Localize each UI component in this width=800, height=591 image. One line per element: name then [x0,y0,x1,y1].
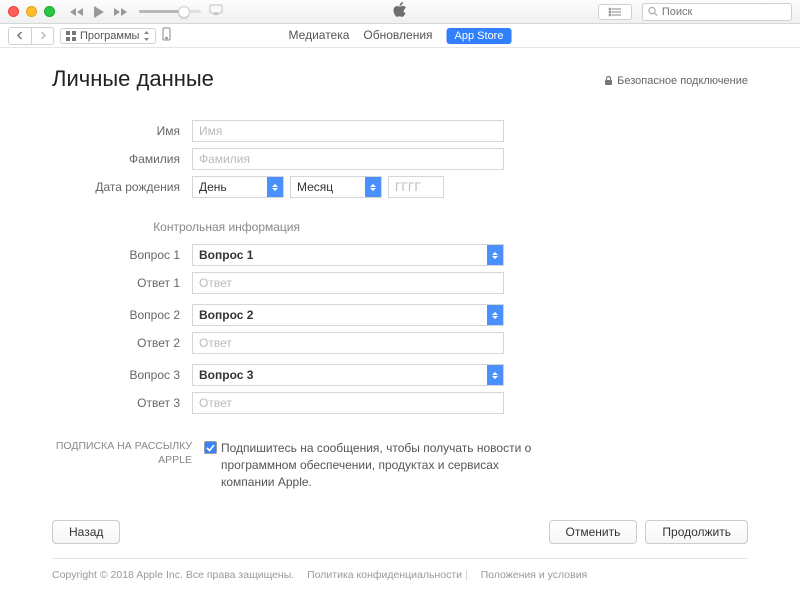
tab-appstore[interactable]: App Store [447,28,512,44]
search-field[interactable] [642,3,792,21]
subscribe-checkbox[interactable] [204,441,217,454]
privacy-link[interactable]: Политика конфиденциальности [307,569,462,581]
window-titlebar [0,0,800,24]
play-icon[interactable] [93,5,105,19]
q3-label: Вопрос 3 [52,368,192,382]
birth-label: Дата рождения [52,180,192,194]
q1-select[interactable]: Вопрос 1 [192,244,504,266]
traffic-lights [8,6,55,17]
updown-icon [143,31,150,41]
name-input[interactable] [192,120,504,142]
surname-input[interactable] [192,148,504,170]
minimize-window-button[interactable] [26,6,37,17]
apps-icon [66,31,76,41]
cancel-button[interactable]: Отменить [549,520,638,544]
subscribe-text: Подпишитесь на сообщения, чтобы получать… [221,440,551,490]
main-tabs: Медиатека Обновления App Store [289,28,512,44]
apple-logo-icon [393,2,408,22]
tab-library[interactable]: Медиатека [289,28,350,44]
year-input[interactable] [388,176,444,198]
page-title: Личные данные [52,66,214,92]
security-section-label: Контрольная информация [52,220,300,234]
a3-input[interactable] [192,392,504,414]
fast-forward-icon[interactable] [113,7,129,17]
q2-select[interactable]: Вопрос 2 [192,304,504,326]
continue-button[interactable]: Продолжить [645,520,748,544]
back-button[interactable] [9,28,31,44]
day-select[interactable]: День [192,176,284,198]
airplay-icon[interactable] [209,4,223,19]
navigation-toolbar: Программы Медиатека Обновления App Store [0,24,800,48]
a1-label: Ответ 1 [52,276,192,290]
a1-input[interactable] [192,272,504,294]
surname-label: Фамилия [52,152,192,166]
lock-icon [604,76,613,86]
library-dropdown[interactable]: Программы [60,28,156,44]
tab-updates[interactable]: Обновления [363,28,432,44]
zoom-window-button[interactable] [44,6,55,17]
subscribe-section-label: ПОДПИСКА НА РАССЫЛКУ APPLE [52,440,192,467]
library-dropdown-label: Программы [80,30,139,42]
queue-button[interactable] [598,4,632,20]
q1-label: Вопрос 1 [52,248,192,262]
close-window-button[interactable] [8,6,19,17]
search-input[interactable] [662,6,786,18]
terms-link[interactable]: Положения и условия [481,569,588,581]
q2-label: Вопрос 2 [52,308,192,322]
a2-label: Ответ 2 [52,336,192,350]
search-icon [648,6,658,17]
rewind-icon[interactable] [69,7,85,17]
footer-copyright: Copyright © 2018 Apple Inc. Все права за… [52,569,748,581]
volume-slider[interactable] [139,10,201,13]
q3-select[interactable]: Вопрос 3 [192,364,504,386]
name-label: Имя [52,124,192,138]
forward-button[interactable] [31,28,53,44]
a2-input[interactable] [192,332,504,354]
nav-back-forward [8,27,54,45]
a3-label: Ответ 3 [52,396,192,410]
device-icon[interactable] [162,27,171,44]
playback-controls [69,5,129,19]
secure-connection-label: Безопасное подключение [604,75,748,87]
back-button[interactable]: Назад [52,520,120,544]
month-select[interactable]: Месяц [290,176,382,198]
